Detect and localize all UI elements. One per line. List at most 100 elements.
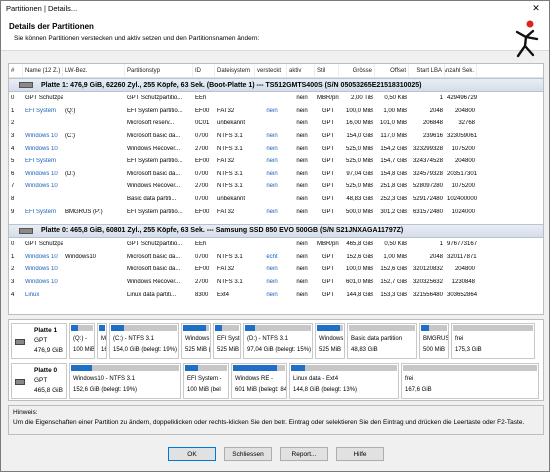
table-cell: nein xyxy=(296,253,308,260)
table-cell: 320117871 xyxy=(447,253,477,260)
table-cell: nein xyxy=(266,291,278,298)
table-cell: EFI System partitio... xyxy=(127,158,183,165)
table-cell: 0 xyxy=(11,241,15,248)
column-header[interactable]: Stil xyxy=(315,64,339,77)
table-cell: NTFS 3.1 xyxy=(217,253,243,260)
partition-segment[interactable]: Windows 525 MiB xyxy=(315,323,345,359)
table-cell: nein xyxy=(266,266,278,273)
table-cell: 976773167 xyxy=(447,241,477,248)
partition-segment[interactable]: BMGRUS 500 MiB xyxy=(419,323,449,359)
table-cell: GPT xyxy=(321,196,335,203)
help-button[interactable]: Hilfe xyxy=(336,447,384,461)
segment-size: 100 MiB (bel xyxy=(187,387,221,393)
table-cell: Windows Recover... xyxy=(127,183,181,190)
partition-segment[interactable]: EFI System - 100 MiB (bel xyxy=(183,363,229,399)
table-cell: 8300 xyxy=(195,291,209,298)
partition-row[interactable]: 9 EFI System BMGRUS (P:) EFI System partiti… xyxy=(9,205,543,218)
table-cell: 97,04 GiB xyxy=(346,170,373,177)
table-cell: Windows Recover... xyxy=(127,145,181,152)
partition-row[interactable]: 8 Basic data partiti... 0700 unbekannt nein G… xyxy=(9,193,543,206)
partition-segment[interactable]: Linux data - Ext4 144,8 GiB (belegt: 13%) xyxy=(289,363,399,399)
table-cell: 4 xyxy=(11,291,15,298)
dialog-header: Details der Partitionen Sie können Parti… xyxy=(1,16,549,58)
partition-row[interactable]: 3 Windows 10 (C:) Microsoft basic da... 0700… xyxy=(9,130,543,143)
disk-header-row[interactable]: Platte 1: 476,9 GiB, 62260 Zyl., 255 Köp… xyxy=(9,78,543,92)
partition-segment[interactable]: (Q:) - 100 MiB xyxy=(69,323,95,359)
disk-header-row[interactable]: Platte 0: 465,8 GiB, 60801 Zyl., 255 Köp… xyxy=(9,223,543,238)
table-cell: NTFS 3.1 xyxy=(217,183,243,190)
table-cell: 601,0 MiB xyxy=(345,279,373,286)
table-cell: nein xyxy=(296,107,308,114)
table-cell: NTFS 3.1 xyxy=(217,145,243,152)
table-cell: (D:) xyxy=(65,170,75,177)
column-header[interactable]: LW-Bez. xyxy=(63,64,125,77)
table-cell: 1 xyxy=(439,95,443,102)
table-cell: 4294967295 xyxy=(447,95,477,102)
table-cell: Linux data partiti... xyxy=(127,291,177,298)
table-cell: nein xyxy=(266,107,278,114)
table-cell: echt xyxy=(266,253,278,260)
table-cell: 303652864 xyxy=(447,291,477,298)
disk-map-label[interactable]: Platte 0 GPT 465,8 GiB xyxy=(11,363,67,399)
segment-label: Windows xyxy=(185,336,210,342)
column-header[interactable]: Name (12 Z.) xyxy=(23,64,63,77)
table-cell: nein xyxy=(266,133,278,140)
partition-segment[interactable]: (C:) - NTFS 3.1 154,0 GiB (belegt: 19%) xyxy=(109,323,179,359)
column-header[interactable]: Grösse xyxy=(339,64,375,77)
table-cell: 323299328 xyxy=(412,145,443,152)
close-button[interactable]: Schliessen xyxy=(224,447,272,461)
partition-segment[interactable]: Windows 525 MiB ( xyxy=(181,323,211,359)
usage-bar xyxy=(291,365,397,371)
partition-segment[interactable]: (D:) - NTFS 3.1 97,04 GiB (belegt: 15%) xyxy=(243,323,313,359)
column-header[interactable]: # xyxy=(9,64,23,77)
table-cell: EEh xyxy=(195,241,207,248)
partition-segment[interactable]: Windows10 - NTFS 3.1 152,6 GiB (belegt: 1… xyxy=(69,363,181,399)
partition-segment[interactable]: Windows RE - 601 MiB (belegt: 84%) xyxy=(231,363,287,399)
column-header[interactable]: versteckt xyxy=(255,64,287,77)
partition-row[interactable]: 0 GPT Schutzpa... GPT Schutzpartitio... EEh… xyxy=(9,238,543,251)
disk-map-row: Platte 0 GPT 465,8 GiB Windows10 - NTFS 3.1… xyxy=(11,363,541,399)
partition-row[interactable]: 1 Windows 10 Windows10 Microsoft basic da..… xyxy=(9,251,543,264)
table-cell: Windows 10 xyxy=(25,133,58,140)
partition-segment[interactable]: EFI Syste 525 MiB ( xyxy=(213,323,241,359)
table-cell: 2700 xyxy=(195,183,209,190)
close-icon[interactable]: ✕ xyxy=(523,1,549,16)
partition-row[interactable]: 3 Windows 10 Windows Recover... 2700 NTFS 3.… xyxy=(9,276,543,289)
segment-size: 152,6 GiB (belegt: 19%) xyxy=(73,387,138,393)
column-header[interactable]: Offset xyxy=(375,64,409,77)
column-header[interactable]: Anzahl Sek. xyxy=(445,64,477,77)
disk-map-label[interactable]: Platte 1 GPT 476,9 GiB xyxy=(11,323,67,359)
segment-label: frei xyxy=(405,376,414,382)
table-cell: Basic data partiti... xyxy=(127,196,177,203)
table-cell: Microsoft basic da... xyxy=(127,253,181,260)
partition-row[interactable]: 6 Windows 10 (D:) Microsoft basic da... 0700… xyxy=(9,168,543,181)
partition-segment[interactable]: M 16 xyxy=(97,323,107,359)
report-button[interactable]: Report... xyxy=(280,447,328,461)
table-cell: 152,6 GiB xyxy=(380,266,407,273)
partition-segment[interactable]: Basic data partition 48,83 GiB xyxy=(347,323,417,359)
table-cell: 1 xyxy=(439,241,443,248)
column-header[interactable]: Start LBA xyxy=(409,64,445,77)
column-header[interactable]: Partitionstyp xyxy=(125,64,193,77)
partition-row[interactable]: 5 EFI System EFI System partitio... EF00 FAT… xyxy=(9,155,543,168)
hint-box: Hinweis: Um die Eigenschaften einer Part… xyxy=(8,405,544,435)
ok-button[interactable]: OK xyxy=(168,447,216,461)
usage-bar xyxy=(245,325,311,331)
partition-row[interactable]: 1 EFI System (Q:) EFI System partitio... EF0… xyxy=(9,105,543,118)
title-bar: Partitionen | Details... ✕ xyxy=(1,1,549,16)
partition-row[interactable]: 7 Windows 10 Windows Recover... 2700 NTFS 3.… xyxy=(9,180,543,193)
table-cell: 301,2 GiB xyxy=(380,208,407,215)
column-header[interactable]: Dateisystem xyxy=(215,64,255,77)
partition-row[interactable]: 4 Windows 10 Windows Recover... 2700 NTFS 3.… xyxy=(9,142,543,155)
column-header[interactable]: ID xyxy=(193,64,215,77)
partition-row[interactable]: 4 Linux Linux data partiti... 8300 Ext4 nein n… xyxy=(9,288,543,301)
partition-row[interactable]: 0 GPT Schutzpa... GPT Schutzpartitio... EEh… xyxy=(9,92,543,105)
column-header[interactable]: aktiv xyxy=(287,64,315,77)
partition-segment[interactable]: frei 167,6 GiB xyxy=(401,363,539,399)
partition-row[interactable]: 2 Microsoft reserv... 0C01 unbekannt nein GPT… xyxy=(9,117,543,130)
table-cell: 321556480 xyxy=(412,291,443,298)
segment-size: 175,3 GiB xyxy=(455,347,482,353)
partition-segment[interactable]: frei 175,3 GiB xyxy=(451,323,535,359)
partition-row[interactable]: 2 Windows 10 Microsoft basic da... EF00 FAT3… xyxy=(9,263,543,276)
segment-size: 144,8 GiB (belegt: 13%) xyxy=(293,387,358,393)
